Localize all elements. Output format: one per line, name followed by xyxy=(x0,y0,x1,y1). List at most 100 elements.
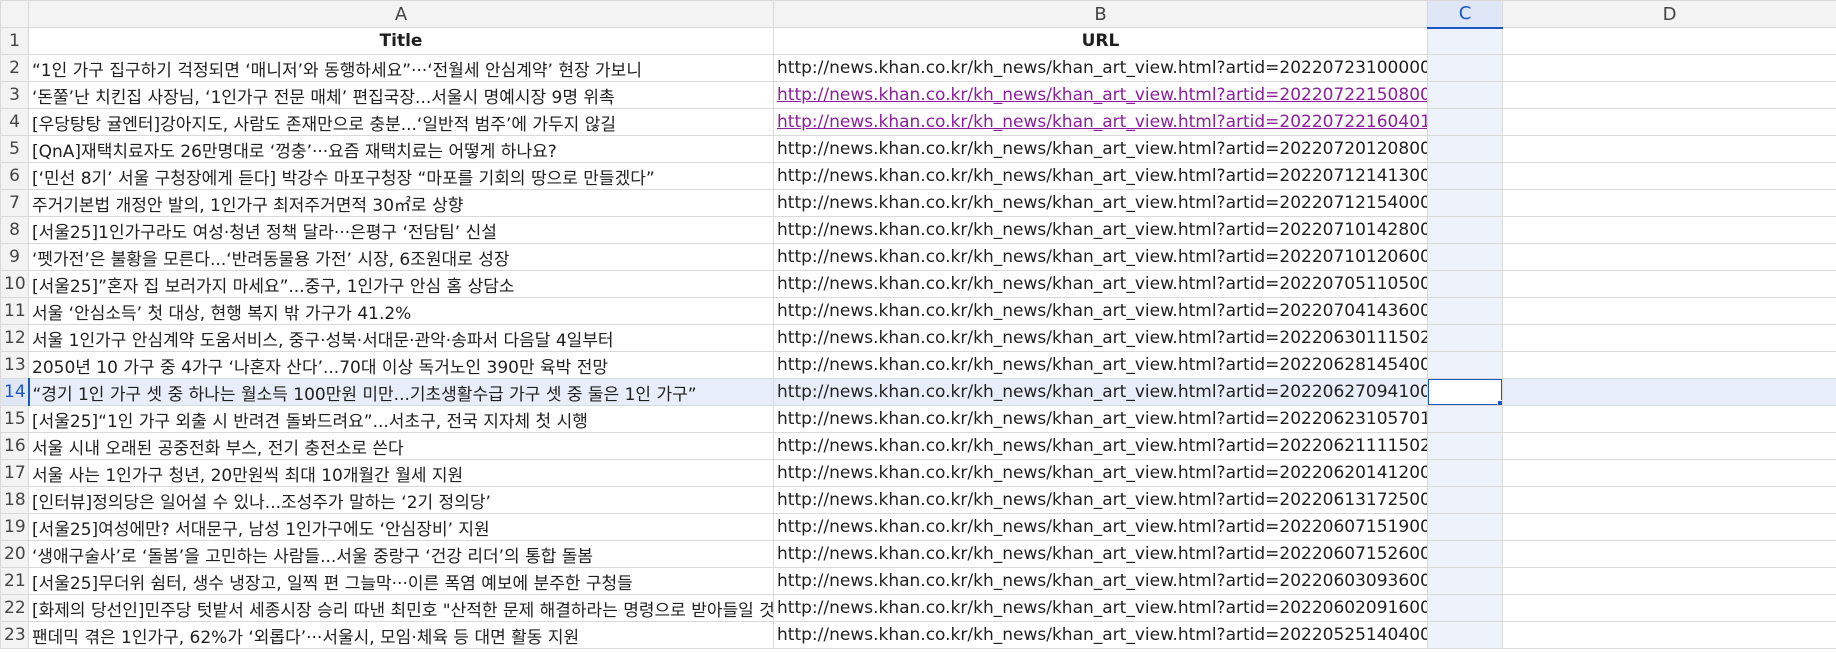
cell-title[interactable]: 2050년 10 가구 중 4가구 ‘나혼자 산다’...70대 이상 독거노인… xyxy=(28,351,774,379)
cell-d[interactable] xyxy=(1502,54,1836,82)
cell-title[interactable]: 주거기본법 개정안 발의, 1인가구 최저주거면적 30㎡로 상향 xyxy=(28,189,774,217)
cell-title[interactable]: [화제의 당선인]민주당 텃밭서 세종시장 승리 따낸 최민호 "산적한 문제 … xyxy=(28,594,774,622)
cell-url-hyperlink[interactable]: http://news.khan.co.kr/kh_news/khan_art_… xyxy=(773,81,1428,109)
cell-c[interactable] xyxy=(1427,54,1503,82)
cell-c[interactable] xyxy=(1427,459,1503,487)
cell-title[interactable]: [서울25]무더위 쉼터, 생수 냉장고, 일찍 편 그늘막···이른 폭염 예… xyxy=(28,567,774,595)
cell-c[interactable] xyxy=(1427,243,1503,271)
cell-c[interactable] xyxy=(1427,324,1503,352)
cell-d[interactable] xyxy=(1502,432,1836,460)
cell-title[interactable]: [서울25]여성에만? 서대문구, 남성 1인가구에도 ‘안심장비’ 지원 xyxy=(28,513,774,541)
cell-d[interactable] xyxy=(1502,270,1836,298)
cell-d[interactable] xyxy=(1502,594,1836,622)
cell-url[interactable]: http://news.khan.co.kr/kh_news/khan_art_… xyxy=(773,297,1428,325)
cell-c[interactable] xyxy=(1427,108,1503,136)
cell-title[interactable]: 서울 시내 오래된 공중전화 부스, 전기 충전소로 쓴다 xyxy=(28,432,774,460)
active-cell[interactable] xyxy=(1427,378,1503,406)
row-number[interactable]: 1 xyxy=(0,27,29,55)
row-number[interactable]: 14 xyxy=(0,378,30,406)
cell-title[interactable]: [서울25]“1인 가구 외출 시 반려견 돌봐드려요”...서초구, 전국 지… xyxy=(28,405,774,433)
cell-title[interactable]: ‘펫가전’은 불황을 모른다...‘반려동물용 가전’ 시장, 6조원대로 성장 xyxy=(28,243,774,271)
cell-url[interactable]: http://news.khan.co.kr/kh_news/khan_art_… xyxy=(773,324,1428,352)
row-number[interactable]: 9 xyxy=(0,243,29,271)
cell-c[interactable] xyxy=(1427,540,1503,568)
cell-url[interactable]: http://news.khan.co.kr/kh_news/khan_art_… xyxy=(773,459,1428,487)
column-header-c[interactable]: C xyxy=(1427,0,1503,29)
cell-c[interactable] xyxy=(1427,270,1503,298)
cell-c[interactable] xyxy=(1427,513,1503,541)
row-number[interactable]: 5 xyxy=(0,135,29,163)
cell-title[interactable]: [‘민선 8기’ 서울 구청장에게 듣다] 박강수 마포구청장 “마포를 기회의… xyxy=(28,162,774,190)
row-number[interactable]: 23 xyxy=(0,621,29,649)
cell-c[interactable] xyxy=(1427,486,1503,514)
cell-url[interactable]: http://news.khan.co.kr/kh_news/khan_art_… xyxy=(773,405,1428,433)
cell-header-url[interactable]: URL xyxy=(773,27,1428,55)
column-header-d[interactable]: D xyxy=(1502,0,1836,28)
cell-d[interactable] xyxy=(1502,513,1836,541)
cell-d[interactable] xyxy=(1502,540,1836,568)
row-number[interactable]: 21 xyxy=(0,567,29,595)
cell-c[interactable] xyxy=(1427,621,1503,649)
row-number[interactable]: 17 xyxy=(0,459,29,487)
cell-title[interactable]: [우당탕탕 귤엔터]강아지도, 사람도 존재만으로 충분...‘일반적 범주’에… xyxy=(28,108,774,136)
cell-d[interactable] xyxy=(1502,621,1836,649)
cell-header-title[interactable]: Title xyxy=(28,27,774,55)
cell-url-hyperlink[interactable]: http://news.khan.co.kr/kh_news/khan_art_… xyxy=(773,108,1428,136)
cell-url[interactable]: http://news.khan.co.kr/kh_news/khan_art_… xyxy=(773,594,1428,622)
row-number[interactable]: 4 xyxy=(0,108,29,136)
cell-c[interactable] xyxy=(1427,81,1503,109)
cell-c[interactable] xyxy=(1427,594,1503,622)
row-number[interactable]: 12 xyxy=(0,324,29,352)
cell-d[interactable] xyxy=(1502,27,1836,55)
select-all-corner[interactable] xyxy=(0,0,29,28)
row-number[interactable]: 15 xyxy=(0,405,29,433)
cell-url[interactable]: http://news.khan.co.kr/kh_news/khan_art_… xyxy=(773,135,1428,163)
row-number[interactable]: 22 xyxy=(0,594,29,622)
cell-d[interactable] xyxy=(1502,405,1836,433)
cell-d[interactable] xyxy=(1502,378,1836,406)
row-number[interactable]: 7 xyxy=(0,189,29,217)
cell-title[interactable]: [인터뷰]정의당은 일어설 수 있나...조성주가 말하는 ‘2기 정의당’ xyxy=(28,486,774,514)
cell-c[interactable] xyxy=(1427,135,1503,163)
cell-d[interactable] xyxy=(1502,324,1836,352)
row-number[interactable]: 19 xyxy=(0,513,29,541)
cell-c[interactable] xyxy=(1427,162,1503,190)
cell-d[interactable] xyxy=(1502,351,1836,379)
cell-d[interactable] xyxy=(1502,297,1836,325)
cell-title[interactable]: 서울 사는 1인가구 청년, 20만원씩 최대 10개월간 월세 지원 xyxy=(28,459,774,487)
cell-c[interactable] xyxy=(1427,189,1503,217)
cell-url[interactable]: http://news.khan.co.kr/kh_news/khan_art_… xyxy=(773,486,1428,514)
cell-title[interactable]: 팬데믹 겪은 1인가구, 62%가 ‘외롭다’···서울시, 모임·체육 등 대… xyxy=(28,621,774,649)
row-number[interactable]: 13 xyxy=(0,351,29,379)
column-header-b[interactable]: B xyxy=(773,0,1428,28)
cell-d[interactable] xyxy=(1502,243,1836,271)
cell-d[interactable] xyxy=(1502,81,1836,109)
cell-c[interactable] xyxy=(1427,405,1503,433)
cell-url[interactable]: http://news.khan.co.kr/kh_news/khan_art_… xyxy=(773,540,1428,568)
cell-title[interactable]: [서울25]1인가구라도 여성·청년 정책 달라···은평구 ‘전담팀’ 신설 xyxy=(28,216,774,244)
cell-url[interactable]: http://news.khan.co.kr/kh_news/khan_art_… xyxy=(773,351,1428,379)
cell-title[interactable]: [서울25]”혼자 집 보러가지 마세요”...중구, 1인가구 안심 홈 상담… xyxy=(28,270,774,298)
cell-c[interactable] xyxy=(1427,432,1503,460)
cell-d[interactable] xyxy=(1502,486,1836,514)
cell-url[interactable]: http://news.khan.co.kr/kh_news/khan_art_… xyxy=(773,432,1428,460)
cell-url[interactable]: http://news.khan.co.kr/kh_news/khan_art_… xyxy=(773,216,1428,244)
cell-c[interactable] xyxy=(1427,351,1503,379)
row-number[interactable]: 20 xyxy=(0,540,29,568)
row-number[interactable]: 8 xyxy=(0,216,29,244)
row-number[interactable]: 11 xyxy=(0,297,29,325)
row-number[interactable]: 16 xyxy=(0,432,29,460)
row-number[interactable]: 3 xyxy=(0,81,29,109)
cell-title[interactable]: ‘돈쭐’난 치킨집 사장님, ‘1인가구 전문 매체’ 편집국장...서울시 명… xyxy=(28,81,774,109)
fill-handle[interactable] xyxy=(1497,400,1502,405)
cell-url[interactable]: http://news.khan.co.kr/kh_news/khan_art_… xyxy=(773,243,1428,271)
cell-url[interactable]: http://news.khan.co.kr/kh_news/khan_art_… xyxy=(773,378,1428,406)
cell-d[interactable] xyxy=(1502,135,1836,163)
cell-url[interactable]: http://news.khan.co.kr/kh_news/khan_art_… xyxy=(773,513,1428,541)
cell-c[interactable] xyxy=(1427,216,1503,244)
cell-d[interactable] xyxy=(1502,189,1836,217)
cell-c[interactable] xyxy=(1427,567,1503,595)
cell-url[interactable]: http://news.khan.co.kr/kh_news/khan_art_… xyxy=(773,270,1428,298)
cell-d[interactable] xyxy=(1502,459,1836,487)
cell-c[interactable] xyxy=(1427,297,1503,325)
